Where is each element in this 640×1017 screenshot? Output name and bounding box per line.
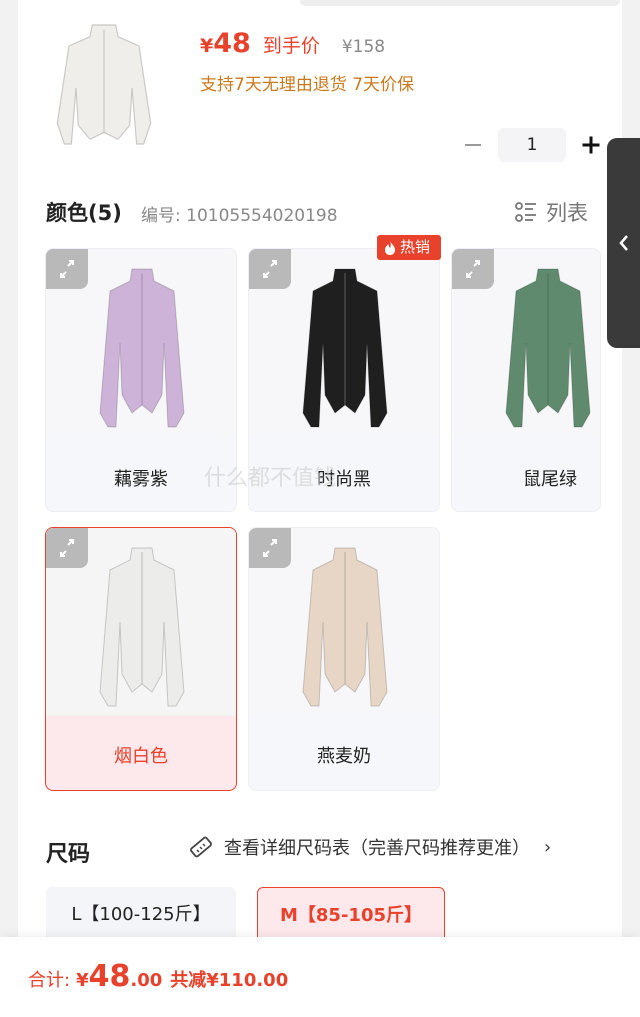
hot-badge-label: 热销 — [400, 238, 431, 256]
size-option-m[interactable]: M【85-105斤】 — [257, 887, 445, 943]
list-view-toggle[interactable]: 列表 — [514, 197, 588, 227]
size-section-title: 尺码 — [46, 842, 91, 867]
color-option-green[interactable]: 鼠尾绿 — [451, 248, 601, 512]
color-option-label: 燕麦奶 — [317, 746, 371, 767]
list-icon — [515, 202, 536, 222]
quantity-stepper: 1 — [456, 128, 608, 162]
price-row: ¥ 48 到手价 ¥158 — [200, 28, 385, 59]
expand-icon[interactable] — [46, 528, 88, 568]
size-chart-label: 查看详细尺码表（完善尺码推荐更准） — [224, 838, 530, 859]
color-section-title: 颜色(5) — [46, 201, 122, 225]
hot-badge: 热销 — [377, 235, 441, 260]
side-collapse-tab[interactable] — [607, 138, 640, 348]
ruler-icon — [190, 836, 212, 858]
expand-icon[interactable] — [249, 528, 291, 568]
chevron-left-icon — [618, 235, 628, 251]
product-thumbnail — [44, 18, 164, 158]
price-symbol: ¥ — [200, 35, 214, 57]
total-label: 合计: — [28, 970, 71, 991]
watermark: 什么都不值钱 — [204, 466, 337, 491]
decrease-quantity-button[interactable] — [456, 128, 490, 162]
chevron-right-icon: › — [544, 836, 552, 858]
sheet-edge — [300, 0, 620, 6]
size-chart-link[interactable]: 查看详细尺码表（完善尺码推荐更准） › — [188, 834, 551, 860]
service-promise: 支持7天无理由退货 7天价保 — [200, 75, 415, 95]
minus-icon — [465, 144, 481, 146]
color-option-label: 烟白色 — [114, 746, 168, 767]
color-option-oat[interactable]: 燕麦奶 — [248, 527, 440, 791]
final-price: 48 — [213, 28, 251, 59]
original-price: ¥158 — [341, 37, 386, 57]
total-summary: 合计: ¥ 48 .00 共减¥110.00 — [28, 959, 288, 994]
total-currency: ¥ — [76, 970, 89, 991]
expand-icon[interactable] — [249, 249, 291, 289]
expand-icon[interactable] — [46, 249, 88, 289]
expand-icon[interactable] — [452, 249, 494, 289]
list-view-label: 列表 — [546, 201, 588, 225]
final-price-label: 到手价 — [262, 35, 320, 57]
checkout-bar: 合计: ¥ 48 .00 共减¥110.00 — [0, 937, 640, 1017]
product-code: 编号: 10105554020198 — [141, 206, 338, 226]
size-option-l[interactable]: L【100-125斤】 — [46, 887, 236, 943]
flame-icon — [385, 240, 395, 255]
discount-total: 共减¥110.00 — [170, 970, 289, 991]
quantity-input[interactable]: 1 — [498, 128, 566, 162]
color-option-label: 鼠尾绿 — [523, 469, 577, 490]
total-amount: 48 — [88, 959, 131, 994]
increase-quantity-button[interactable] — [574, 128, 608, 162]
total-decimal: .00 — [130, 970, 163, 991]
color-option-white[interactable]: 烟白色 — [45, 527, 237, 791]
